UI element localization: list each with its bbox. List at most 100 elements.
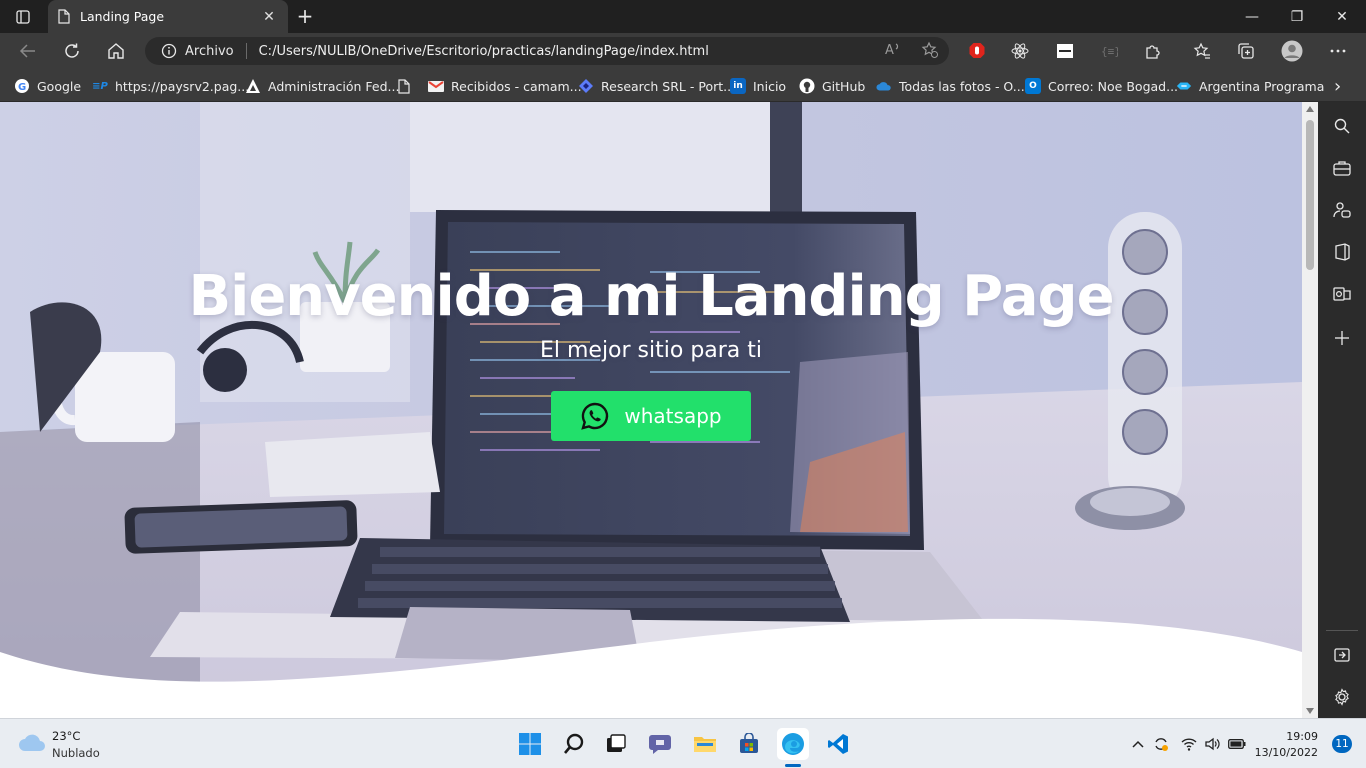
page-icon	[58, 9, 70, 24]
cloud-icon	[19, 734, 45, 751]
tab-actions-button[interactable]	[8, 5, 38, 29]
taskbar-clock[interactable]: 19:09 13/10/2022	[1255, 729, 1318, 761]
minimize-button[interactable]: —	[1230, 0, 1274, 33]
bookmark-onedrive[interactable]: Todas las fotos - O...	[876, 76, 1025, 96]
stop-hand-icon	[969, 43, 985, 58]
office-icon	[1335, 243, 1350, 261]
address-actions: A	[885, 41, 939, 59]
chat-icon	[649, 735, 671, 754]
show-hidden-icons-button[interactable]	[1129, 735, 1147, 753]
favorites-button[interactable]	[1191, 40, 1213, 62]
back-button[interactable]	[15, 39, 41, 63]
bookmark-outlook[interactable]: O Correo: Noe Bogad...	[1025, 76, 1178, 96]
bookmark-linkedin[interactable]: in Inicio	[730, 76, 786, 96]
extension-adblock-button[interactable]	[966, 40, 988, 62]
sidebar-divider	[1326, 630, 1358, 631]
teams-chat-button[interactable]	[644, 728, 676, 760]
outlook-icon	[1333, 287, 1351, 301]
bookmark-afip[interactable]: Administración Fed...	[245, 76, 399, 96]
sidebar-games-button[interactable]	[1332, 200, 1352, 220]
tab-landing-page[interactable]: Landing Page ✕	[48, 0, 288, 33]
scroll-down-icon[interactable]	[1306, 708, 1314, 714]
volume-tray-button[interactable]	[1204, 735, 1222, 753]
notification-badge[interactable]: 11	[1332, 735, 1352, 753]
windows-taskbar: 23°C Nublado 19:09 13/10/2022 11	[0, 718, 1366, 768]
settings-more-button[interactable]	[1327, 40, 1349, 62]
weather-temperature[interactable]: 23°C	[52, 729, 80, 743]
search-icon	[1334, 118, 1350, 134]
bookmark-paysrv[interactable]: ≡P https://paysrv2.pag...	[92, 76, 249, 96]
sidebar-office-button[interactable]	[1332, 242, 1352, 262]
battery-tray-button[interactable]	[1228, 735, 1246, 753]
search-icon	[564, 733, 584, 754]
sidebar-hide-button[interactable]	[1332, 645, 1352, 665]
taskbar-search-button[interactable]	[558, 728, 590, 760]
hero-title: Bienvenido a mi Landing Page	[188, 264, 1114, 329]
weather-widget[interactable]	[18, 733, 46, 757]
collections-button[interactable]	[1235, 40, 1257, 62]
scroll-thumb[interactable]	[1306, 120, 1314, 270]
extension-code-button[interactable]: {≡}	[1098, 40, 1120, 62]
scroll-up-icon[interactable]	[1306, 106, 1314, 112]
edge-active-indicator	[785, 764, 801, 767]
home-button[interactable]	[103, 39, 129, 63]
extension-react-devtools-button[interactable]	[1009, 40, 1031, 62]
wifi-icon	[1181, 738, 1197, 751]
games-icon	[1333, 202, 1351, 218]
research-icon	[578, 78, 594, 94]
wifi-tray-button[interactable]	[1180, 735, 1198, 753]
bookmark-gmail[interactable]: Recibidos - camam...	[428, 76, 582, 96]
window-icon	[1057, 44, 1073, 58]
bookmark-google[interactable]: G Google	[14, 76, 81, 96]
clock-time: 19:09	[1286, 730, 1318, 743]
start-button[interactable]	[514, 728, 546, 760]
edge-sidebar	[1318, 102, 1366, 718]
bookmark-argentina-programa[interactable]: Argentina Programa	[1176, 76, 1324, 96]
bookmark-page[interactable]	[396, 76, 419, 96]
sync-tray-button[interactable]	[1152, 735, 1170, 753]
store-button[interactable]	[733, 728, 765, 760]
page-scrollbar[interactable]	[1302, 102, 1318, 718]
bookmark-label: Research SRL - Port...	[601, 78, 736, 94]
address-bar[interactable]: Archivo C:/Users/NULIB/OneDrive/Escritor…	[145, 37, 949, 65]
avatar-icon	[1281, 40, 1303, 62]
edge-taskbar-button[interactable]	[777, 728, 809, 760]
whatsapp-button[interactable]: whatsapp	[551, 391, 751, 441]
sidebar-add-button[interactable]	[1332, 328, 1352, 348]
sidebar-outlook-button[interactable]	[1332, 284, 1352, 304]
maximize-button[interactable]: ❐	[1275, 0, 1319, 33]
sidebar-tools-button[interactable]	[1332, 158, 1352, 178]
edge-icon	[782, 733, 804, 755]
new-tab-button[interactable]: +	[292, 5, 318, 29]
sidebar-collapse-icon	[1334, 648, 1350, 662]
github-icon	[799, 78, 815, 94]
read-aloud-icon[interactable]: A	[885, 41, 903, 57]
address-url[interactable]: C:/Users/NULIB/OneDrive/Escritorio/pract…	[259, 44, 709, 59]
vscode-button[interactable]	[822, 728, 854, 760]
site-info-label[interactable]: Archivo	[185, 44, 234, 59]
favorites-star-icon	[1193, 42, 1210, 59]
hero-subtitle: El mejor sitio para ti	[539, 338, 763, 363]
bookmark-github[interactable]: GitHub	[799, 76, 865, 96]
info-icon	[161, 43, 177, 59]
argprog-icon	[1176, 78, 1192, 94]
extensions-button[interactable]	[1142, 40, 1164, 62]
sidebar-settings-button[interactable]	[1332, 687, 1352, 707]
profile-button[interactable]	[1281, 40, 1303, 62]
bookmarks-overflow-button[interactable]: ›	[1334, 76, 1341, 97]
sidebar-search-button[interactable]	[1332, 116, 1352, 136]
collections-icon	[1238, 43, 1254, 59]
gmail-icon	[428, 78, 444, 94]
add-favorite-icon[interactable]	[921, 41, 939, 59]
weather-status[interactable]: Nublado	[52, 746, 100, 760]
file-explorer-button[interactable]	[689, 728, 721, 760]
bookmark-research[interactable]: Research SRL - Port...	[578, 76, 735, 96]
refresh-button[interactable]	[59, 39, 85, 63]
tab-close-button[interactable]: ✕	[260, 9, 278, 25]
close-window-button[interactable]: ✕	[1320, 0, 1364, 33]
task-view-button[interactable]	[600, 728, 632, 760]
speaker-icon	[1205, 737, 1220, 751]
bookmark-label: https://paysrv2.pag...	[115, 78, 250, 94]
hero-section: Bienvenido a mi Landing Page El mejor si…	[0, 102, 1302, 718]
extension-window-button[interactable]	[1054, 40, 1076, 62]
